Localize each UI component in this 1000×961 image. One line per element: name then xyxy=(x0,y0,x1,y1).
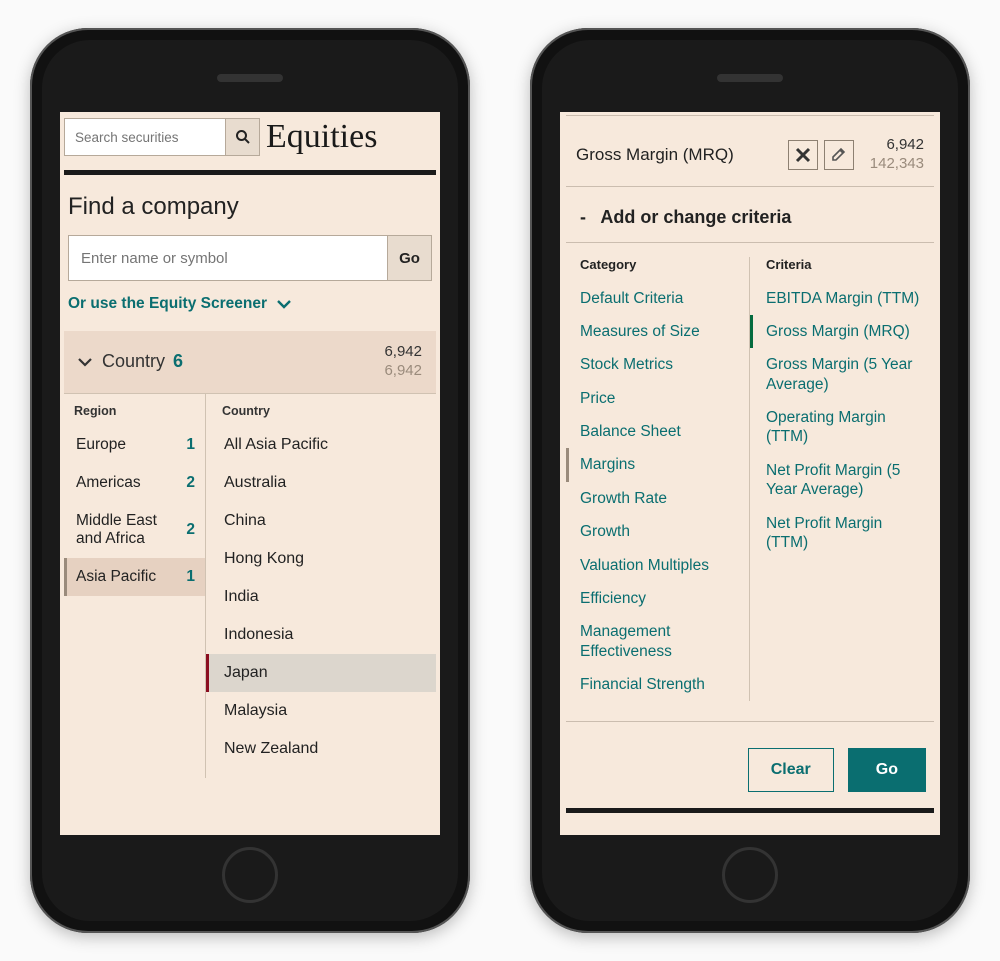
country-item[interactable]: China xyxy=(222,502,436,540)
phone-speaker xyxy=(217,74,283,82)
region-count: 1 xyxy=(186,436,195,454)
phone-speaker xyxy=(717,74,783,82)
region-column: Region Europe1Americas2Middle East and A… xyxy=(64,394,206,778)
country-item[interactable]: Hong Kong xyxy=(222,540,436,578)
region-count: 1 xyxy=(186,568,195,586)
category-item[interactable]: Growth xyxy=(580,515,739,548)
go-button[interactable]: Go xyxy=(848,748,926,792)
criteria-item[interactable]: Net Profit Margin (5 Year Average) xyxy=(766,454,924,507)
phone-body: Equities Find a company Go Or use the Eq… xyxy=(42,40,458,921)
minus-icon: - xyxy=(580,207,586,227)
region-item[interactable]: Asia Pacific 1 xyxy=(64,558,205,596)
region-label: Middle East and Africa xyxy=(76,512,186,548)
country-column-header: Country xyxy=(222,404,436,418)
category-item[interactable]: Financial Strength xyxy=(580,668,739,701)
phone-left: Equities Find a company Go Or use the Eq… xyxy=(30,28,470,933)
count-secondary: 142,343 xyxy=(870,155,924,174)
country-item[interactable]: Indonesia xyxy=(222,616,436,654)
category-item[interactable]: Default Criteria xyxy=(580,282,739,315)
criteria-item[interactable]: Operating Margin (TTM) xyxy=(766,401,924,454)
region-count: 2 xyxy=(186,521,195,539)
country-item[interactable]: Japan xyxy=(206,654,436,692)
divider xyxy=(566,808,934,813)
category-item[interactable]: Valuation Multiples xyxy=(580,549,739,582)
category-item[interactable]: Balance Sheet xyxy=(580,415,739,448)
chevron-down-icon xyxy=(78,357,92,367)
count-secondary: 6,942 xyxy=(384,362,422,381)
name-symbol-row: Go xyxy=(68,235,432,281)
screen-right: Gross Margin (MRQ) 6,942 142,343 xyxy=(560,112,940,835)
search-button[interactable] xyxy=(225,119,259,155)
country-item[interactable]: New Zealand xyxy=(222,730,436,768)
search-icon xyxy=(235,129,251,145)
criteria-column-header: Criteria xyxy=(766,257,924,272)
search-input[interactable] xyxy=(65,119,225,155)
pencil-icon xyxy=(831,147,846,162)
category-item[interactable]: Stock Metrics xyxy=(580,348,739,381)
criterion-counts: 6,942 142,343 xyxy=(870,136,924,174)
region-label: Asia Pacific xyxy=(76,568,156,586)
criteria-item[interactable]: Net Profit Margin (TTM) xyxy=(766,507,924,560)
chevron-down-icon xyxy=(277,299,291,309)
category-column-header: Category xyxy=(580,257,739,272)
equity-screener-link[interactable]: Or use the Equity Screener xyxy=(60,281,440,331)
criterion-name: Gross Margin (MRQ) xyxy=(576,145,788,165)
criteria-item[interactable]: Gross Margin (5 Year Average) xyxy=(766,348,924,401)
add-change-label: Add or change criteria xyxy=(600,207,791,227)
region-item[interactable]: Middle East and Africa2 xyxy=(74,502,205,558)
screen-left: Equities Find a company Go Or use the Eq… xyxy=(60,112,440,835)
edit-criterion-button[interactable] xyxy=(824,140,854,170)
region-country-columns: Region Europe1Americas2Middle East and A… xyxy=(64,393,436,778)
screener-link-text: Or use the Equity Screener xyxy=(68,295,267,313)
criteria-item[interactable]: EBITDA Margin (TTM) xyxy=(766,282,924,315)
button-row: Clear Go xyxy=(560,722,940,806)
page-title: Equities xyxy=(266,118,377,156)
count-primary: 6,942 xyxy=(870,136,924,155)
country-label: Country xyxy=(102,351,165,372)
country-item[interactable]: Australia xyxy=(222,464,436,502)
count-primary: 6,942 xyxy=(384,343,422,362)
category-column: Category Default CriteriaMeasures of Siz… xyxy=(580,257,750,702)
country-item[interactable]: All Asia Pacific xyxy=(222,426,436,464)
country-count-badge: 6 xyxy=(173,351,183,372)
add-change-criteria-toggle[interactable]: - Add or change criteria xyxy=(566,187,934,243)
home-button[interactable] xyxy=(722,847,778,903)
country-item[interactable]: Malaysia xyxy=(222,692,436,730)
category-item[interactable]: Growth Rate xyxy=(580,482,739,515)
country-column: Country All Asia PacificAustraliaChinaHo… xyxy=(206,394,436,778)
criteria-item[interactable]: Gross Margin (MRQ) xyxy=(750,315,924,348)
country-result-counts: 6,942 6,942 xyxy=(384,343,422,381)
category-item[interactable]: Efficiency xyxy=(580,582,739,615)
category-item[interactable]: Margins xyxy=(566,448,739,481)
phone-body: Gross Margin (MRQ) 6,942 142,343 xyxy=(542,40,958,921)
criteria-column: Criteria EBITDA Margin (TTM)Gross Margin… xyxy=(750,257,924,702)
region-item[interactable]: Americas 2 xyxy=(74,464,205,502)
category-criteria-columns: Category Default CriteriaMeasures of Siz… xyxy=(566,243,934,723)
region-count: 2 xyxy=(186,474,195,492)
country-item[interactable]: India xyxy=(222,578,436,616)
category-item[interactable]: Price xyxy=(580,382,739,415)
go-button-small[interactable]: Go xyxy=(387,236,431,280)
criterion-row: Gross Margin (MRQ) 6,942 142,343 xyxy=(566,116,934,187)
clear-button[interactable]: Clear xyxy=(748,748,834,792)
region-item[interactable]: Europe 1 xyxy=(74,426,205,464)
region-column-header: Region xyxy=(74,404,205,418)
country-section-header[interactable]: Country 6 6,942 6,942 xyxy=(64,331,436,393)
find-company-heading: Find a company xyxy=(60,175,440,235)
close-icon xyxy=(795,147,811,163)
remove-criterion-button[interactable] xyxy=(788,140,818,170)
region-label: Americas xyxy=(76,474,141,492)
name-symbol-input[interactable] xyxy=(69,236,387,280)
region-label: Europe xyxy=(76,436,126,454)
category-item[interactable]: Measures of Size xyxy=(580,315,739,348)
category-item[interactable]: Management Effectiveness xyxy=(580,615,739,668)
home-button[interactable] xyxy=(222,847,278,903)
search-box xyxy=(64,118,260,156)
phone-right: Gross Margin (MRQ) 6,942 142,343 xyxy=(530,28,970,933)
topbar: Equities xyxy=(60,112,440,162)
